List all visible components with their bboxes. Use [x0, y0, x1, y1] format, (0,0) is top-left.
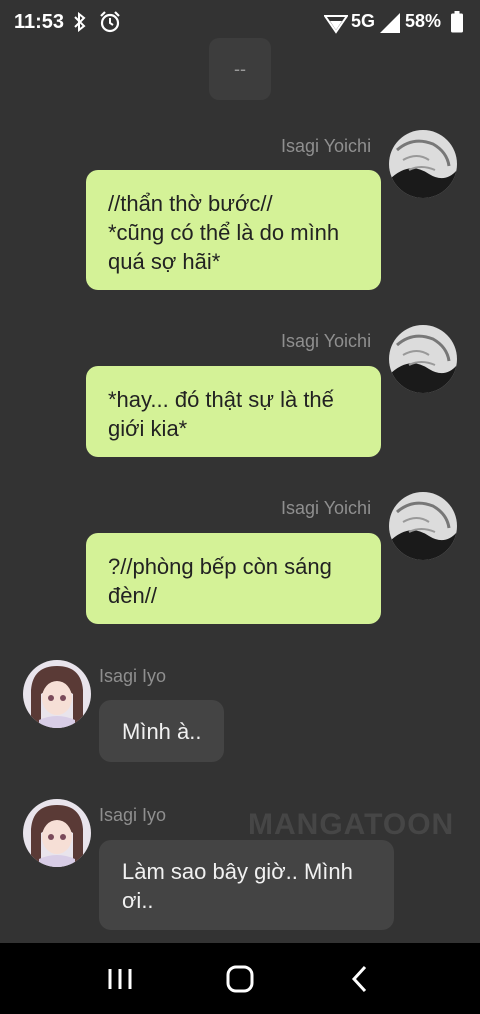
battery-percent: 58%	[405, 11, 442, 31]
message-text: *hay... đó thật sự là thế giới kia*	[108, 387, 334, 441]
status-time: 11:53	[14, 11, 65, 33]
message-text: //thẩn thờ bước// *cũng có thể là do mìn…	[108, 191, 340, 274]
message-bubble[interactable]: ?//phòng bếp còn sáng đèn//	[86, 533, 381, 624]
time-separator: --	[209, 38, 271, 100]
avatar[interactable]	[23, 799, 91, 867]
hotspot-icon	[324, 15, 348, 34]
signal-icon	[380, 13, 400, 33]
bluetooth-icon	[74, 12, 86, 32]
sender-name: Isagi Iyo	[99, 805, 167, 825]
avatar[interactable]	[23, 660, 91, 728]
message-bubble[interactable]: *hay... đó thật sự là thế giới kia*	[86, 366, 381, 457]
message-bubble[interactable]: Mình à..	[99, 700, 225, 762]
avatar[interactable]	[389, 325, 457, 393]
sender-name: Isagi Yoichi	[281, 498, 372, 518]
separator-text: --	[234, 58, 246, 79]
navigation-bar	[0, 943, 480, 1014]
message-bubble[interactable]: //thẩn thờ bước// *cũng có thể là do mìn…	[86, 170, 381, 290]
message-text: Làm sao bây giờ.. Mình ơi..	[122, 859, 353, 913]
avatar[interactable]	[389, 130, 457, 198]
back-icon[interactable]	[340, 961, 380, 997]
avatar[interactable]	[389, 492, 457, 560]
watermark: MANGATOON	[248, 808, 455, 841]
message-text: Mình à..	[122, 719, 202, 744]
home-icon[interactable]	[220, 961, 260, 997]
sender-name: Isagi Yoichi	[281, 331, 372, 351]
battery-icon	[451, 11, 463, 33]
network-type: 5G	[351, 11, 376, 31]
alarm-icon	[100, 11, 120, 33]
message-text: ?//phòng bếp còn sáng đèn//	[108, 554, 332, 608]
message-bubble[interactable]: Làm sao bây giờ.. Mình ơi..	[99, 840, 394, 930]
sender-name: Isagi Yoichi	[281, 136, 372, 156]
recent-apps-icon[interactable]	[100, 961, 140, 997]
sender-name: Isagi Iyo	[99, 666, 167, 686]
